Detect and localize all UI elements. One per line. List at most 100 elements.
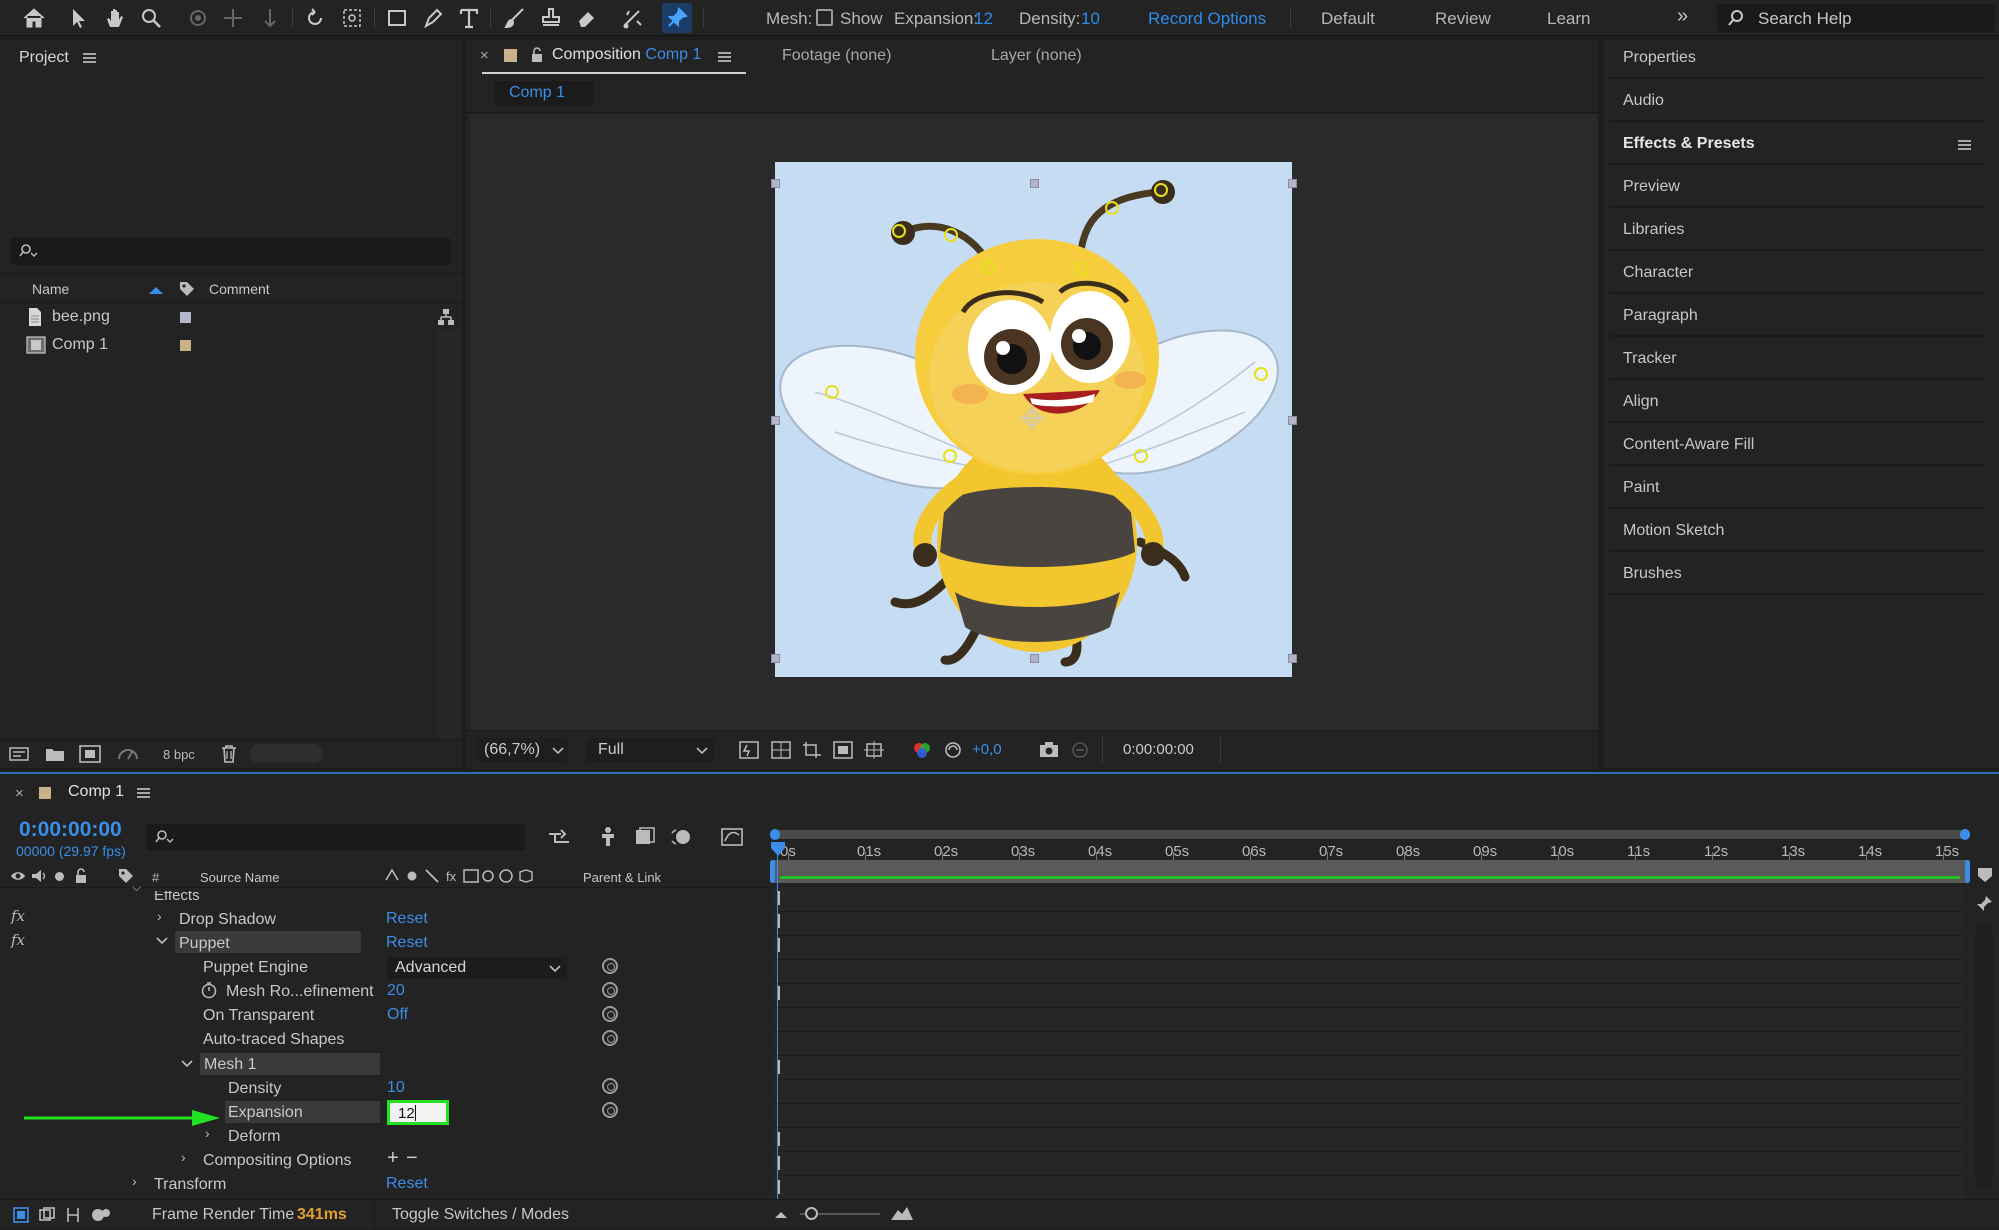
transparency-grid-icon[interactable] (771, 741, 791, 759)
layer-handle[interactable] (1030, 654, 1039, 663)
comp-navigator-tab[interactable]: Comp 1 (494, 81, 594, 106)
zoom-out-icon[interactable] (774, 1209, 788, 1219)
puppet-pin[interactable] (943, 449, 957, 463)
panel-motion-sketch[interactable]: Motion Sketch (1623, 522, 1724, 540)
search-help-field[interactable]: Search Help (1717, 4, 1995, 32)
expression-pick-icon[interactable] (602, 1030, 618, 1046)
clone-stamp-icon[interactable] (536, 3, 566, 33)
source-name-header[interactable]: Source Name (200, 870, 279, 885)
puppet-engine-dropdown[interactable]: Advanced (387, 957, 567, 979)
puppet-pin[interactable] (1134, 449, 1148, 463)
fx-toggle-icon[interactable]: fx (11, 931, 25, 949)
mesh-1-label[interactable]: Mesh 1 (204, 1056, 256, 1074)
lock-icon[interactable] (530, 47, 544, 63)
more-workspaces-icon[interactable]: » (1677, 5, 1688, 28)
shy-layers-icon[interactable] (596, 826, 620, 848)
chevron-down-icon[interactable]: ⌵ (132, 880, 141, 895)
record-options-link[interactable]: Record Options (1148, 9, 1266, 29)
exposure-value[interactable]: +0,0 (972, 741, 1002, 758)
density-value[interactable]: 10 (387, 1079, 405, 1097)
layer-handle[interactable] (1288, 416, 1297, 425)
effects-presets-menu-icon[interactable] (1958, 138, 1971, 152)
resolution-dropdown[interactable]: Full (586, 738, 714, 762)
timeline-search-input[interactable] (146, 824, 525, 850)
sort-ascending-icon[interactable] (148, 285, 164, 295)
workspace-review[interactable]: Review (1435, 9, 1491, 29)
orbit-camera-icon[interactable] (183, 3, 213, 33)
lock-icon[interactable] (74, 868, 88, 884)
project-item-comp-1[interactable]: Comp 1 (0, 332, 440, 358)
panel-paint[interactable]: Paint (1623, 479, 1659, 497)
expression-pick-icon[interactable] (602, 1102, 618, 1118)
name-column-header[interactable]: Name (32, 281, 69, 297)
pin-icon[interactable] (1974, 894, 1994, 914)
panel-character[interactable]: Character (1623, 264, 1693, 282)
puppet-pin[interactable] (825, 385, 839, 399)
keyframe-tracks[interactable] (774, 887, 1964, 1198)
layer-handle[interactable] (771, 654, 780, 663)
flowchart-icon[interactable] (437, 308, 455, 326)
dolly-camera-icon[interactable] (255, 3, 285, 33)
effects-group-label[interactable]: Effects (154, 891, 200, 904)
grid-guides-icon[interactable] (864, 741, 884, 759)
interpret-footage-icon[interactable] (8, 745, 30, 763)
remove-mask-icon[interactable]: − (406, 1147, 418, 1170)
layer-handle[interactable] (771, 179, 780, 188)
effect-puppet[interactable]: Puppet (179, 935, 230, 953)
puppet-pin[interactable] (944, 228, 958, 242)
camera-snapshot-icon[interactable] (1039, 741, 1059, 759)
toggle-switches-modes-button[interactable]: Toggle Switches / Modes (392, 1206, 569, 1224)
expansion-value[interactable]: 12 (974, 9, 993, 29)
chevron-right-icon[interactable]: › (205, 1125, 210, 1141)
panel-preview[interactable]: Preview (1623, 178, 1680, 196)
workspace-default[interactable]: Default (1321, 9, 1375, 29)
panel-properties[interactable]: Properties (1623, 49, 1696, 67)
show-mesh-checkbox[interactable] (816, 9, 833, 26)
parent-link-header[interactable]: Parent & Link (583, 870, 661, 885)
thumbnail-size-slider[interactable] (250, 744, 323, 763)
fast-previews-icon[interactable] (739, 741, 759, 759)
magnification-dropdown[interactable]: (66,7%) (476, 738, 568, 762)
workspace-learn[interactable]: Learn (1547, 9, 1590, 29)
label-color-swatch[interactable] (180, 340, 191, 351)
puppet-pin[interactable] (1105, 201, 1119, 215)
panel-align[interactable]: Align (1623, 393, 1659, 411)
close-tab-icon[interactable]: × (15, 785, 24, 802)
mask-visibility-icon[interactable] (833, 741, 853, 759)
panel-effects-presets[interactable]: Effects & Presets (1623, 135, 1755, 153)
tab-footage[interactable]: Footage (none) (782, 47, 891, 65)
frame-blending-icon[interactable] (634, 826, 656, 848)
on-transparent-value[interactable]: Off (387, 1006, 408, 1024)
rotate-tool-icon[interactable] (300, 3, 330, 33)
deform-label[interactable]: Deform (228, 1128, 280, 1146)
project-item-bee-png[interactable]: bee.png (0, 304, 440, 330)
add-mask-icon[interactable]: + (387, 1147, 399, 1170)
pen-tool-icon[interactable] (418, 3, 448, 33)
chevron-right-icon[interactable]: › (157, 908, 162, 924)
timeline-comp-tab[interactable]: Comp 1 (68, 783, 124, 801)
project-settings-icon[interactable] (116, 745, 140, 763)
trash-icon[interactable] (220, 744, 238, 764)
region-of-interest-icon[interactable] (802, 741, 822, 759)
stopwatch-icon[interactable] (200, 981, 218, 999)
composition-menu-icon[interactable] (718, 50, 731, 64)
brush-tool-icon[interactable] (500, 3, 530, 33)
puppet-pin[interactable] (1254, 367, 1268, 381)
fx-toggle-icon[interactable]: fx (11, 907, 25, 925)
reset-exposure-icon[interactable] (944, 741, 962, 759)
mesh-refinement-value[interactable]: 20 (387, 982, 405, 1000)
label-tag-icon[interactable] (178, 280, 196, 298)
zoom-in-icon[interactable] (890, 1205, 914, 1221)
chevron-down-icon[interactable] (156, 937, 168, 945)
panel-brushes[interactable]: Brushes (1623, 565, 1682, 583)
expression-pick-icon[interactable] (602, 982, 618, 998)
panel-libraries[interactable]: Libraries (1623, 221, 1684, 239)
tab-layer[interactable]: Layer (none) (991, 47, 1082, 65)
puppet-pin[interactable] (1075, 262, 1089, 276)
viewer-current-time[interactable]: 0:00:00:00 (1123, 741, 1194, 758)
rectangle-tool-icon[interactable] (382, 3, 412, 33)
comp-mini-flowchart-icon[interactable] (547, 826, 573, 848)
layer-handle[interactable] (1030, 179, 1039, 188)
chevron-right-icon[interactable]: › (181, 1149, 186, 1165)
close-tab-icon[interactable]: × (480, 47, 489, 64)
